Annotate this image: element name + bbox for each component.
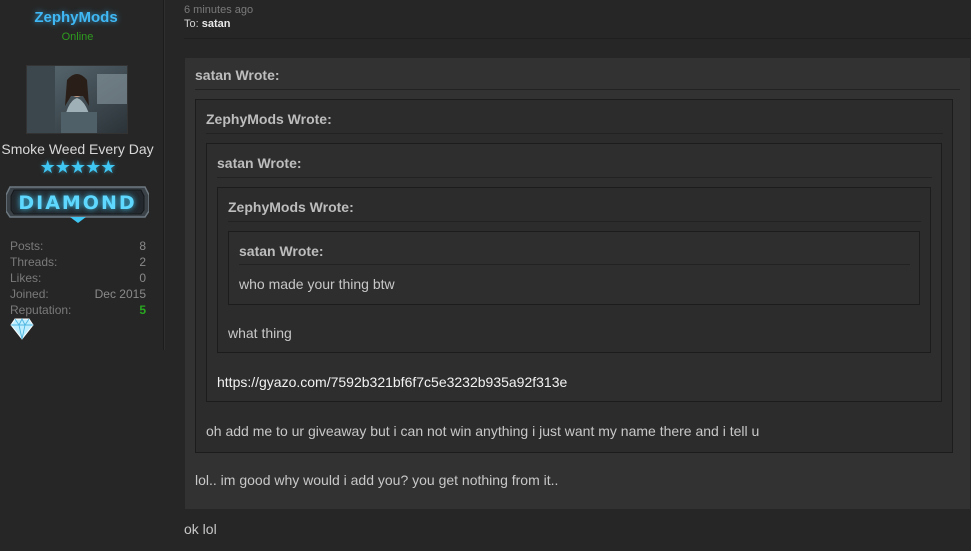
gyazo-link[interactable]: https://gyazo.com/7592b321bf6f7c5e3232b9… (217, 374, 567, 390)
stat-threads: Threads: 2 (10, 254, 146, 270)
quote-author-4: ZephyMods Wrote: (228, 199, 354, 215)
meta-divider (184, 38, 971, 39)
stat-reputation: Reputation: 5 (10, 302, 146, 318)
rating-stars-icon: ★★★★★ (39, 157, 117, 177)
reply-text: ok lol (184, 521, 217, 537)
stat-label: Posts: (10, 239, 44, 253)
stat-value: Dec 2015 (94, 287, 146, 301)
username-link[interactable]: ZephyMods (0, 9, 152, 26)
recipient-username[interactable]: satan (202, 18, 231, 30)
quote-2-text: oh add me to ur giveaway but i can not w… (206, 423, 760, 439)
user-stats: Posts: 8 Threads: 2 Likes: 0 Joined: Dec… (10, 238, 146, 318)
quote-author-2: ZephyMods Wrote: (206, 111, 332, 127)
stat-joined: Joined: Dec 2015 (10, 286, 146, 302)
stat-likes: Likes: 0 (10, 270, 146, 286)
quote-divider (195, 89, 960, 90)
quote-block-5 (228, 231, 920, 305)
user-panel: ZephyMods Online Smoke Weed Every Day ★★… (0, 0, 164, 350)
stat-posts: Posts: 8 (10, 238, 146, 254)
quote-5-text: who made your thing btw (239, 276, 395, 292)
diamond-gem-icon (10, 317, 34, 340)
post-recipient: To: satan (184, 18, 253, 30)
quote-divider (206, 133, 943, 134)
stat-value: 2 (139, 255, 146, 269)
rank-label: DIAMOND (18, 192, 136, 214)
stat-value: 0 (139, 271, 146, 285)
online-status: Online (61, 31, 94, 43)
diamond-rank-badge: DIAMOND (5, 181, 150, 223)
stat-label: Reputation: (10, 303, 72, 317)
stat-label: Likes: (10, 271, 42, 285)
user-title: Smoke Weed Every Day (1, 141, 154, 157)
stat-value: 8 (139, 239, 146, 253)
quote-author-1: satan Wrote: (195, 67, 280, 83)
to-label: To: (184, 18, 199, 30)
quote-1-text: lol.. im good why would i add you? you g… (195, 472, 559, 488)
post-timestamp: 6 minutes ago (184, 4, 254, 16)
reputation-value[interactable]: 5 (139, 302, 146, 318)
quote-divider (228, 221, 921, 222)
stat-label: Joined: (10, 287, 49, 301)
quote-divider (217, 177, 932, 178)
post-meta: 6 minutes ago To: satan (184, 4, 253, 30)
quote-author-3: satan Wrote: (217, 155, 302, 171)
stat-label: Threads: (10, 255, 58, 269)
quote-divider (239, 264, 910, 265)
quote-author-5: satan Wrote: (239, 243, 324, 259)
avatar[interactable] (26, 65, 128, 134)
quote-4-text: what thing (228, 325, 292, 341)
